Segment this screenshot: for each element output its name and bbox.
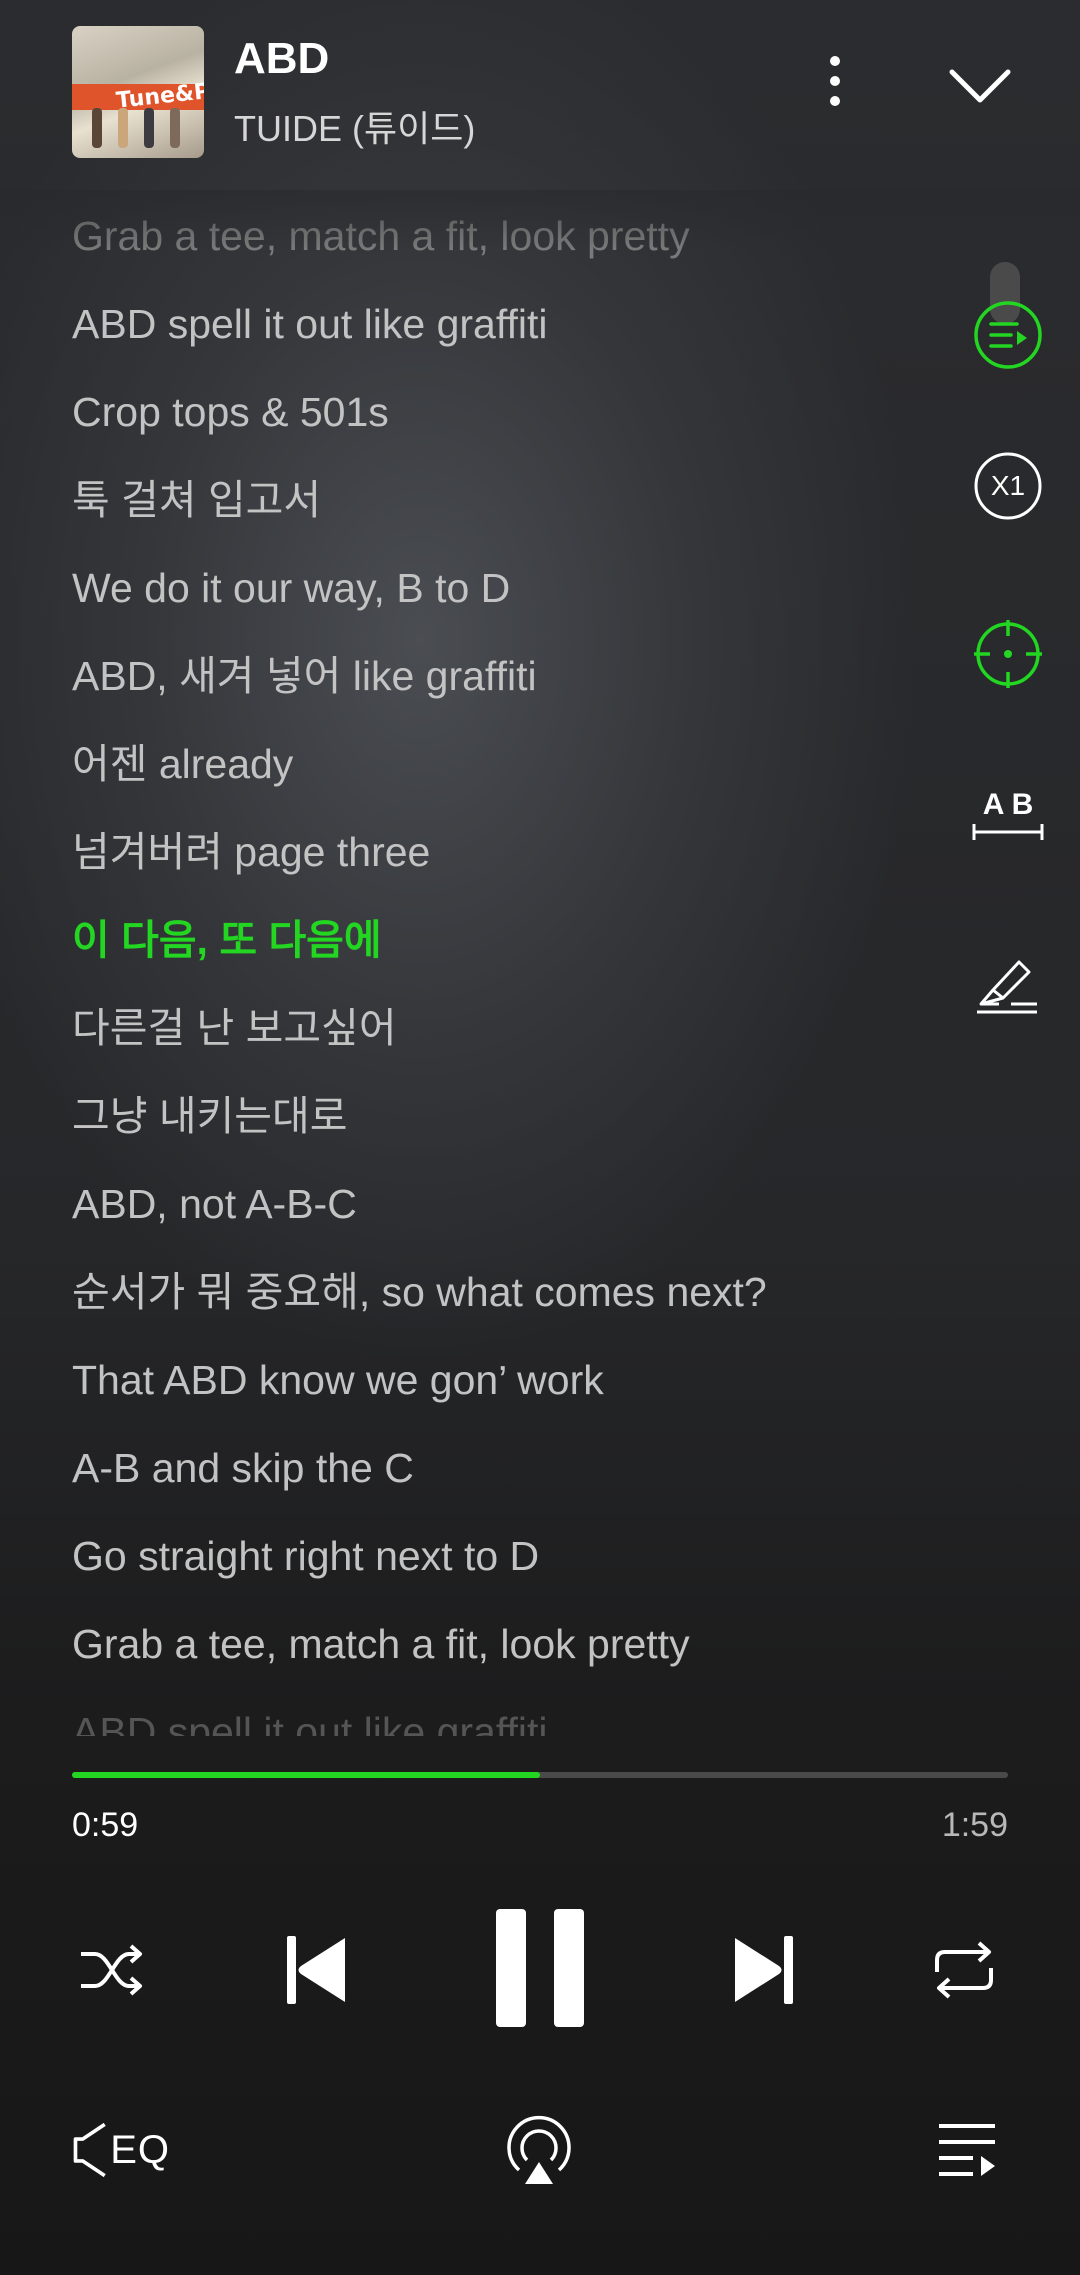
speed-button[interactable]: X1: [971, 449, 1045, 523]
ab-repeat-button[interactable]: A B: [971, 780, 1045, 854]
lyrics-sync-button[interactable]: [971, 298, 1045, 372]
next-button[interactable]: [724, 1930, 804, 2010]
previous-icon: [287, 1936, 345, 2004]
lyric-line[interactable]: We do it our way, B to D: [72, 552, 872, 640]
lyric-line[interactable]: 그냥 내키는대로: [72, 1080, 872, 1168]
eq-button[interactable]: EQ: [70, 2118, 170, 2182]
cover-figure: [92, 108, 102, 148]
eq-label: EQ: [110, 2127, 170, 2172]
ab-repeat-label: A B: [982, 788, 1034, 821]
lyrics-sync-icon: [974, 301, 1042, 369]
playlist-button[interactable]: [932, 2118, 1002, 2182]
lyric-line[interactable]: Grab a tee, match a fit, look pretty: [72, 200, 872, 288]
track-artist[interactable]: TUIDE (튜이드): [234, 100, 475, 152]
album-cover[interactable]: Tune&Play: [72, 26, 204, 158]
lyric-line[interactable]: 넘겨버려 page three: [72, 816, 872, 904]
shuffle-button[interactable]: [72, 1930, 152, 2010]
lyric-line[interactable]: 다른걸 난 보고싶어: [72, 992, 872, 1080]
player-header: Tune&Play ABD TUIDE (튜이드): [0, 0, 1080, 180]
playlist-icon: [939, 2124, 995, 2176]
eq-icon: [73, 2122, 106, 2178]
lyric-line[interactable]: ABD, not A-B-C: [72, 1168, 872, 1256]
lyric-line[interactable]: ABD, 새겨 넣어 like graffiti: [72, 640, 872, 728]
cover-figure: [144, 108, 154, 148]
shuffle-icon: [81, 1944, 142, 1996]
repeat-button[interactable]: [924, 1930, 1004, 2010]
cover-figure: [118, 108, 128, 148]
current-time: 0:59: [72, 1806, 139, 1844]
lyric-line[interactable]: ABD spell it out like graffiti: [72, 288, 872, 376]
more-vert-icon: [830, 56, 840, 106]
seek-bar-progress: [72, 1772, 540, 1778]
more-options-button[interactable]: [810, 46, 860, 116]
repeat-icon: [935, 1941, 993, 1999]
cast-button[interactable]: [502, 2113, 576, 2187]
total-time: 1:59: [941, 1806, 1008, 1844]
track-title: ABD: [234, 34, 330, 83]
lyric-line[interactable]: Grab a tee, match a fit, look pretty: [72, 1608, 872, 1696]
lyrics-list[interactable]: Grab a tee, match a fit, look pretty ABD …: [72, 200, 872, 1736]
locate-current-lyric-button[interactable]: [971, 617, 1045, 691]
highlight-button[interactable]: [971, 954, 1045, 1028]
pause-icon: [496, 1909, 584, 2027]
lyric-line[interactable]: 순서가 뭐 중요해, so what comes next?: [72, 1256, 872, 1344]
lyric-line[interactable]: Crop tops & 501s: [72, 376, 872, 464]
collapse-player-button[interactable]: [940, 50, 1020, 120]
highlight-icon: [977, 960, 1037, 1014]
lyric-line[interactable]: 어젠 already: [72, 728, 872, 816]
chevron-down-icon: [949, 69, 1011, 103]
cast-icon: [507, 2115, 571, 2184]
cover-figure: [170, 108, 180, 148]
next-icon: [735, 1936, 793, 2004]
speed-label: X1: [990, 470, 1026, 501]
lyric-line[interactable]: 툭 걸쳐 입고서: [72, 464, 872, 552]
lyric-line[interactable]: A-B and skip the C: [72, 1432, 872, 1520]
pause-button[interactable]: [490, 1905, 590, 2031]
seek-bar[interactable]: [72, 1772, 1008, 1778]
lyric-line[interactable]: That ABD know we gon’ work: [72, 1344, 872, 1432]
locate-icon: [974, 620, 1042, 688]
lyric-line[interactable]: ABD spell it out like graffiti: [72, 1696, 872, 1736]
lyric-line[interactable]: Go straight right next to D: [72, 1520, 872, 1608]
lyric-line-current[interactable]: 이 다음, 또 다음에: [72, 904, 872, 992]
previous-button[interactable]: [276, 1930, 356, 2010]
